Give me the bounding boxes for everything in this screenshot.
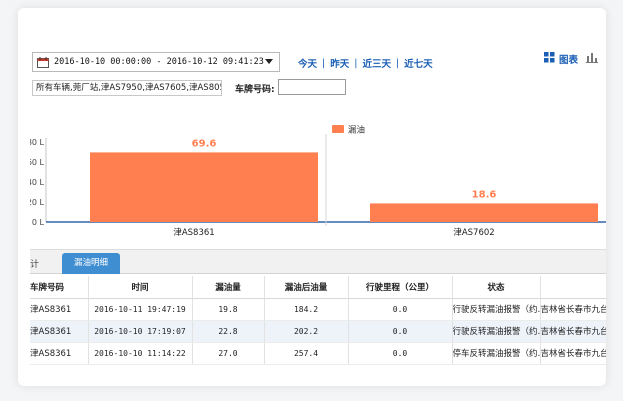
filter-bar: 2016-10-10 00:00:00 - 2016-10-12 09:41:2… bbox=[30, 8, 606, 126]
table-row[interactable]: 津AS8361 2016-10-10 17:19:07 22.8 202.2 0… bbox=[30, 320, 606, 343]
date-range-text: 2016-10-10 00:00:00 - 2016-10-12 09:41:2… bbox=[54, 57, 264, 67]
cell-oil-after: 202.2 bbox=[264, 320, 349, 343]
app-window: 2016-10-10 00:00:00 - 2016-10-12 09:41:2… bbox=[18, 8, 606, 386]
quick-range-links: 今天 | 昨天 | 近三天 | 近七天 bbox=[298, 56, 433, 71]
legend-swatch bbox=[332, 125, 344, 133]
cell-location: 吉林省长春市九台 bbox=[540, 298, 606, 321]
cell-status: 行驶反转漏油报警（约… bbox=[452, 298, 541, 321]
cell-leak-amount: 22.8 bbox=[192, 320, 265, 343]
col-time[interactable]: 时间 bbox=[88, 276, 193, 299]
bar-chart-icon bbox=[586, 52, 598, 66]
tab-bar-view[interactable] bbox=[586, 52, 598, 66]
legend-label: 漏油 bbox=[348, 125, 365, 136]
plate-number-label: 车牌号码: bbox=[235, 85, 275, 95]
quick-range-today[interactable]: 今天 bbox=[298, 56, 317, 70]
tab-chart-view-label: 图表 bbox=[558, 55, 578, 66]
cell-location: 吉林省长春市九台 bbox=[540, 342, 606, 365]
col-status[interactable]: 状态 bbox=[452, 276, 541, 299]
tab-chart-view[interactable]: 图表 bbox=[543, 52, 578, 66]
cell-status: 停车反转漏油报警（约… bbox=[452, 342, 541, 365]
col-mileage[interactable]: 行驶里程（公里） bbox=[348, 276, 453, 299]
divider: | bbox=[395, 57, 400, 69]
cell-mileage: 0.0 bbox=[348, 298, 453, 321]
vehicle-select[interactable]: 所有车辆,莞厂站,津AS7950,津AS7605,津AS8055 bbox=[32, 80, 222, 96]
data-label: 18.6 bbox=[472, 189, 497, 200]
divider: | bbox=[354, 57, 358, 69]
col-location[interactable] bbox=[540, 276, 606, 299]
cell-time: 2016-10-10 11:14:22 bbox=[88, 342, 193, 365]
quick-range-3days[interactable]: 近三天 bbox=[362, 56, 391, 70]
cell-leak-amount: 19.8 bbox=[192, 298, 265, 321]
y-tick-label: 80 L bbox=[30, 138, 45, 147]
cell-plate: 津AS8361 bbox=[30, 320, 89, 343]
cell-leak-amount: 27.0 bbox=[192, 342, 265, 365]
cell-oil-after: 257.4 bbox=[264, 342, 349, 365]
cell-oil-after: 184.2 bbox=[264, 298, 349, 321]
report-panel: 2016-10-10 00:00:00 - 2016-10-12 09:41:2… bbox=[30, 8, 606, 386]
y-tick-label: 0 L bbox=[32, 218, 45, 227]
cell-time: 2016-10-10 17:19:07 bbox=[88, 320, 193, 343]
divider: | bbox=[322, 57, 326, 69]
cell-mileage: 0.0 bbox=[348, 320, 453, 343]
tab-statistics[interactable]: 计 bbox=[30, 257, 39, 270]
table-row[interactable]: 津AS8361 2016-10-11 19:47:19 19.8 184.2 0… bbox=[30, 298, 606, 321]
col-leak-amount[interactable]: 漏油量 bbox=[192, 276, 265, 299]
y-tick-label: 60 L bbox=[30, 158, 45, 167]
data-label: 69.6 bbox=[192, 138, 217, 149]
chart-canvas: 漏油 80 L 60 L 40 L 20 L 0 L 69.6 津AS8361 18.6 津AS7… bbox=[30, 125, 606, 238]
cell-plate: 津AS8361 bbox=[30, 298, 89, 321]
table-header-row: 车牌号码 时间 漏油量 漏油后油量 行驶里程（公里） 状态 bbox=[30, 276, 606, 299]
plate-number-input[interactable] bbox=[278, 79, 346, 95]
cell-status: 行驶反转漏油报警（约… bbox=[452, 320, 541, 343]
col-oil-after[interactable]: 漏油后油量 bbox=[264, 276, 349, 299]
y-tick-label: 40 L bbox=[30, 178, 45, 187]
x-tick-label: 津AS8361 bbox=[173, 227, 214, 238]
chevron-down-icon bbox=[265, 59, 273, 64]
tab-leak-detail[interactable]: 漏油明细 bbox=[62, 253, 120, 274]
leak-detail-table: 车牌号码 时间 漏油量 漏油后油量 行驶里程（公里） 状态 津AS8361 20… bbox=[30, 276, 606, 365]
y-tick-label: 20 L bbox=[30, 198, 45, 207]
bar bbox=[370, 203, 598, 222]
leak-bar-chart: 漏油 80 L 60 L 40 L 20 L 0 L 69.6 津AS8361 18.6 津AS7… bbox=[30, 110, 606, 250]
table-row[interactable]: 津AS8361 2016-10-10 11:14:22 27.0 257.4 0… bbox=[30, 342, 606, 365]
grid-icon bbox=[543, 52, 555, 66]
cell-time: 2016-10-11 19:47:19 bbox=[88, 298, 193, 321]
view-switcher: 图表 bbox=[543, 52, 598, 66]
quick-range-yesterday[interactable]: 昨天 bbox=[330, 56, 349, 70]
cell-location: 吉林省长春市九台 bbox=[540, 320, 606, 343]
x-tick-label: 津AS7602 bbox=[453, 227, 494, 238]
detail-tab-strip: 计 漏油明细 bbox=[30, 249, 606, 274]
quick-range-7days[interactable]: 近七天 bbox=[404, 56, 433, 70]
cell-plate: 津AS8361 bbox=[30, 342, 89, 365]
bar bbox=[90, 152, 318, 222]
calendar-icon bbox=[37, 56, 49, 68]
date-range-picker[interactable]: 2016-10-10 00:00:00 - 2016-10-12 09:41:2… bbox=[32, 52, 280, 72]
cell-mileage: 0.0 bbox=[348, 342, 453, 365]
col-plate[interactable]: 车牌号码 bbox=[30, 276, 89, 299]
